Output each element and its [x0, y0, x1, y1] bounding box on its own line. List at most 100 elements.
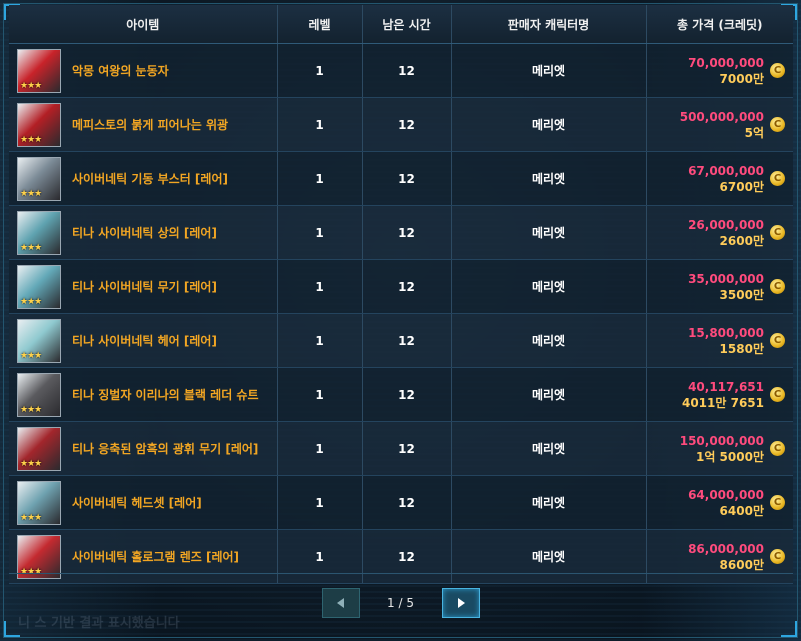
- item-thumbnail-icon[interactable]: ★★★: [17, 534, 61, 579]
- item-thumbnail-icon[interactable]: ★★★: [17, 318, 61, 363]
- seller-cell: 메리엣: [451, 313, 647, 368]
- time-left-cell: 12: [362, 151, 452, 206]
- pagination: 1 / 5: [0, 586, 801, 620]
- prev-page-button[interactable]: [321, 588, 360, 618]
- item-name[interactable]: 티나 징벌자 이리나의 블랙 레더 슈트: [72, 386, 259, 403]
- table-row[interactable]: ★★★ 티나 응축된 암흑의 광휘 무기 [레어] 1 12 메리엣 150,0…: [9, 421, 793, 476]
- seller-cell: 메리엣: [451, 259, 647, 314]
- item-info: ★★★ 티나 사이버네틱 헤어 [레어]: [17, 318, 276, 363]
- item-thumbnail-icon[interactable]: ★★★: [17, 372, 61, 417]
- level-cell: 1: [277, 259, 363, 314]
- price-amount: 500,000,000: [679, 109, 764, 124]
- item-thumbnail-icon[interactable]: ★★★: [17, 264, 61, 309]
- item-info: ★★★ 사이버네틱 헤드셋 [레어]: [17, 480, 276, 525]
- item-name[interactable]: 티나 사이버네틱 무기 [레어]: [72, 278, 217, 295]
- time-left-cell: 12: [362, 529, 452, 584]
- item-name[interactable]: 티나 사이버네틱 헤어 [레어]: [72, 332, 217, 349]
- price-cell: 70,000,000 7000만 C: [646, 43, 793, 98]
- item-info: ★★★ 티나 징벌자 이리나의 블랙 레더 슈트: [17, 372, 276, 417]
- seller-cell: 메리엣: [451, 367, 647, 422]
- level-cell: 1: [277, 367, 363, 422]
- item-cell: ★★★ 사이버네틱 헤드셋 [레어]: [9, 475, 278, 530]
- item-name[interactable]: 사이버네틱 홀로그램 렌즈 [레어]: [72, 548, 239, 565]
- item-cell: ★★★ 악몽 여왕의 눈동자: [9, 43, 278, 98]
- item-name[interactable]: 사이버네틱 기동 부스터 [레어]: [72, 170, 228, 187]
- table-row[interactable]: ★★★ 메피스토의 붉게 피어나는 위광 1 12 메리엣 500,000,00…: [9, 97, 793, 152]
- level-cell: 1: [277, 529, 363, 584]
- price-cell: 15,800,000 1580만 C: [646, 313, 793, 368]
- time-left-cell: 12: [362, 97, 452, 152]
- table-body: ★★★ 악몽 여왕의 눈동자 1 12 메리엣 70,000,000 7000만…: [9, 43, 793, 584]
- next-page-button[interactable]: [441, 588, 480, 618]
- item-info: ★★★ 악몽 여왕의 눈동자: [17, 48, 276, 93]
- item-thumbnail-icon[interactable]: ★★★: [17, 48, 61, 93]
- item-name[interactable]: 사이버네틱 헤드셋 [레어]: [72, 494, 202, 511]
- time-left-cell: 12: [362, 259, 452, 314]
- item-info: ★★★ 티나 사이버네틱 상의 [레어]: [17, 210, 276, 255]
- time-left-cell: 12: [362, 475, 452, 530]
- price-amount: 150,000,000: [679, 433, 764, 448]
- column-header-level[interactable]: 레벨: [277, 5, 363, 44]
- price-amount: 67,000,000: [688, 163, 764, 178]
- item-name[interactable]: 악몽 여왕의 눈동자: [72, 62, 169, 79]
- price-cell: 150,000,000 1억 5000만 C: [646, 421, 793, 476]
- item-thumbnail-icon[interactable]: ★★★: [17, 102, 61, 147]
- item-thumbnail-icon[interactable]: ★★★: [17, 426, 61, 471]
- price-korean: 1억 5000만: [695, 449, 764, 464]
- column-header-time-left[interactable]: 남은 시간: [362, 5, 452, 44]
- arrow-left-icon: [336, 598, 344, 608]
- frame-corner: [781, 621, 797, 637]
- item-thumbnail-icon[interactable]: ★★★: [17, 156, 61, 201]
- item-name[interactable]: 메피스토의 붉게 피어나는 위광: [72, 116, 228, 133]
- column-header-item[interactable]: 아이템: [9, 5, 278, 44]
- item-name[interactable]: 티나 사이버네틱 상의 [레어]: [72, 224, 217, 241]
- column-header-price[interactable]: 총 가격 (크레딧): [646, 5, 793, 44]
- item-thumbnail-icon[interactable]: ★★★: [17, 210, 61, 255]
- rarity-stars-icon: ★★★: [20, 134, 42, 145]
- price-cell: 67,000,000 6700만 C: [646, 151, 793, 206]
- price-amount: 15,800,000: [688, 325, 764, 340]
- price-cell: 40,117,651 4011만 7651 C: [646, 367, 793, 422]
- price-korean: 2600만: [719, 233, 764, 248]
- level-cell: 1: [277, 475, 363, 530]
- price-cell: 64,000,000 6400만 C: [646, 475, 793, 530]
- table-row[interactable]: ★★★ 악몽 여왕의 눈동자 1 12 메리엣 70,000,000 7000만…: [9, 43, 793, 98]
- table-row[interactable]: ★★★ 티나 사이버네틱 헤어 [레어] 1 12 메리엣 15,800,000…: [9, 313, 793, 368]
- item-thumbnail-icon[interactable]: ★★★: [17, 480, 61, 525]
- price-cell: 26,000,000 2600만 C: [646, 205, 793, 260]
- credit-coin-icon: C: [770, 387, 785, 402]
- item-cell: ★★★ 티나 응축된 암흑의 광휘 무기 [레어]: [9, 421, 278, 476]
- item-cell: ★★★ 티나 징벌자 이리나의 블랙 레더 슈트: [9, 367, 278, 422]
- table-row[interactable]: ★★★ 사이버네틱 기동 부스터 [레어] 1 12 메리엣 67,000,00…: [9, 151, 793, 206]
- price-amount: 40,117,651: [688, 379, 764, 394]
- item-name[interactable]: 티나 응축된 암흑의 광휘 무기 [레어]: [72, 440, 258, 457]
- price-amount: 26,000,000: [688, 217, 764, 232]
- level-cell: 1: [277, 205, 363, 260]
- price-korean: 4011만 7651: [681, 395, 764, 410]
- table-row[interactable]: ★★★ 사이버네틱 홀로그램 렌즈 [레어] 1 12 메리엣 86,000,0…: [9, 529, 793, 584]
- time-left-cell: 12: [362, 367, 452, 422]
- credit-coin-icon: C: [770, 117, 785, 132]
- level-cell: 1: [277, 43, 363, 98]
- credit-coin-icon: C: [770, 279, 785, 294]
- table-row[interactable]: ★★★ 티나 사이버네틱 무기 [레어] 1 12 메리엣 35,000,000…: [9, 259, 793, 314]
- rarity-stars-icon: ★★★: [20, 458, 42, 469]
- item-info: ★★★ 티나 응축된 암흑의 광휘 무기 [레어]: [17, 426, 276, 471]
- table-row[interactable]: ★★★ 사이버네틱 헤드셋 [레어] 1 12 메리엣 64,000,000 6…: [9, 475, 793, 530]
- item-cell: ★★★ 티나 사이버네틱 무기 [레어]: [9, 259, 278, 314]
- seller-cell: 메리엣: [451, 151, 647, 206]
- table-row[interactable]: ★★★ 티나 사이버네틱 상의 [레어] 1 12 메리엣 26,000,000…: [9, 205, 793, 260]
- table-row[interactable]: ★★★ 티나 징벌자 이리나의 블랙 레더 슈트 1 12 메리엣 40,117…: [9, 367, 793, 422]
- seller-cell: 메리엣: [451, 475, 647, 530]
- price-cell: 500,000,000 5억 C: [646, 97, 793, 152]
- rarity-stars-icon: ★★★: [20, 566, 42, 577]
- page-indicator: 1 / 5: [387, 596, 414, 610]
- rarity-stars-icon: ★★★: [20, 188, 42, 199]
- time-left-cell: 12: [362, 43, 452, 98]
- item-cell: ★★★ 티나 사이버네틱 헤어 [레어]: [9, 313, 278, 368]
- credit-coin-icon: C: [770, 549, 785, 564]
- column-header-seller[interactable]: 판매자 캐릭터명: [451, 5, 647, 44]
- price-amount: 70,000,000: [688, 55, 764, 70]
- level-cell: 1: [277, 97, 363, 152]
- credit-coin-icon: C: [770, 63, 785, 78]
